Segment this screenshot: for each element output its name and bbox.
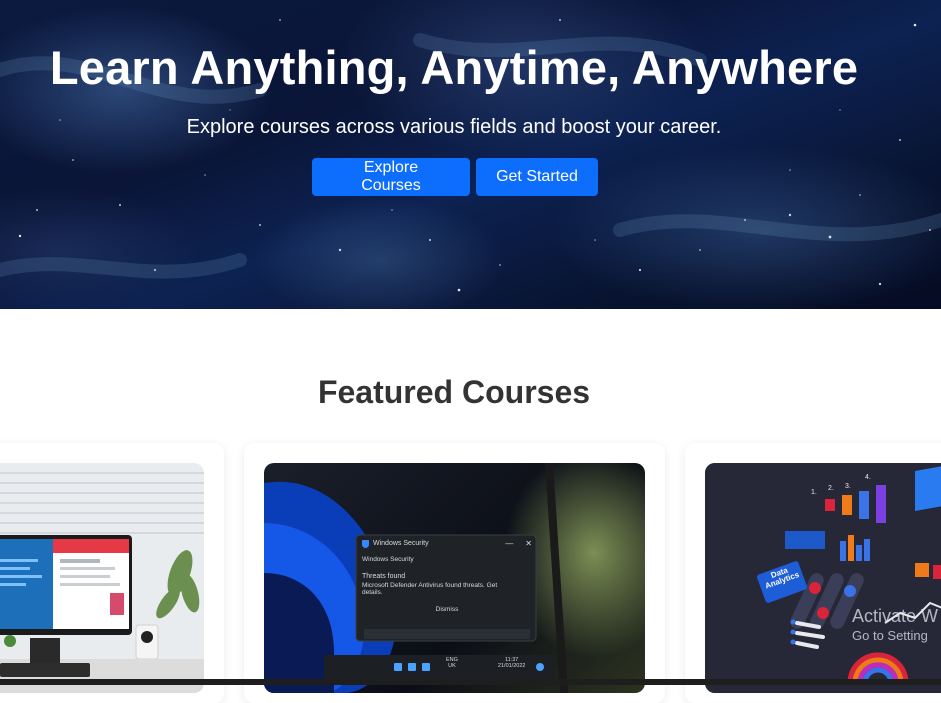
- popup-message-cont: details.: [362, 589, 383, 596]
- step-label-1: 1.: [811, 489, 817, 496]
- course-card-image: Windows Security — ✕ Windows Security Th…: [264, 463, 645, 693]
- hero-banner: Learn Anything, Anytime, Anywhere Explor…: [0, 0, 941, 309]
- course-card[interactable]: Windows Security — ✕ Windows Security Th…: [244, 443, 665, 703]
- data-analytics-illustration: [705, 463, 941, 693]
- hero-title: Learn Anything, Anytime, Anywhere: [49, 41, 859, 94]
- step-label-2: 2.: [828, 485, 834, 492]
- popup-heading: Windows Security: [362, 556, 414, 563]
- popup-message: Microsoft Defender Antivirus found threa…: [362, 582, 498, 589]
- hero-button-group: Explore Courses Get Started: [312, 158, 598, 196]
- course-card-image: [0, 463, 204, 693]
- bottom-bar: [0, 679, 941, 685]
- explore-courses-button[interactable]: Explore Courses: [312, 158, 470, 196]
- taskbar-tray: ENG UK 11:37 21/01/2022: [446, 657, 525, 670]
- featured-courses-heading: Featured Courses: [317, 374, 591, 410]
- minimize-icon: —: [505, 539, 514, 548]
- get-started-button[interactable]: Get Started: [476, 158, 598, 196]
- popup-app-name: Windows Security: [373, 540, 429, 547]
- step-label-3: 3.: [845, 483, 851, 490]
- course-card-image: Data Analytics 1. 2. 3. 4.: [705, 463, 941, 693]
- step-label-4: 4.: [865, 474, 871, 481]
- close-icon: ✕: [525, 539, 532, 548]
- popup-dismiss-button: Dismiss: [435, 606, 459, 613]
- taskbar-region: UK: [448, 663, 456, 670]
- taskbar-date: 21/01/2022: [497, 663, 526, 670]
- course-card[interactable]: Data Analytics 1. 2. 3. 4.: [685, 443, 941, 703]
- windows-security-popup: Windows Security — ✕ Windows Security Th…: [362, 539, 532, 613]
- popup-threats-found: Threats found: [362, 573, 406, 580]
- shield-icon: [362, 539, 369, 548]
- desk-monitor-illustration: [0, 463, 204, 693]
- course-card[interactable]: [0, 443, 224, 703]
- hero-subtitle: Explore courses across various fields an…: [186, 116, 722, 138]
